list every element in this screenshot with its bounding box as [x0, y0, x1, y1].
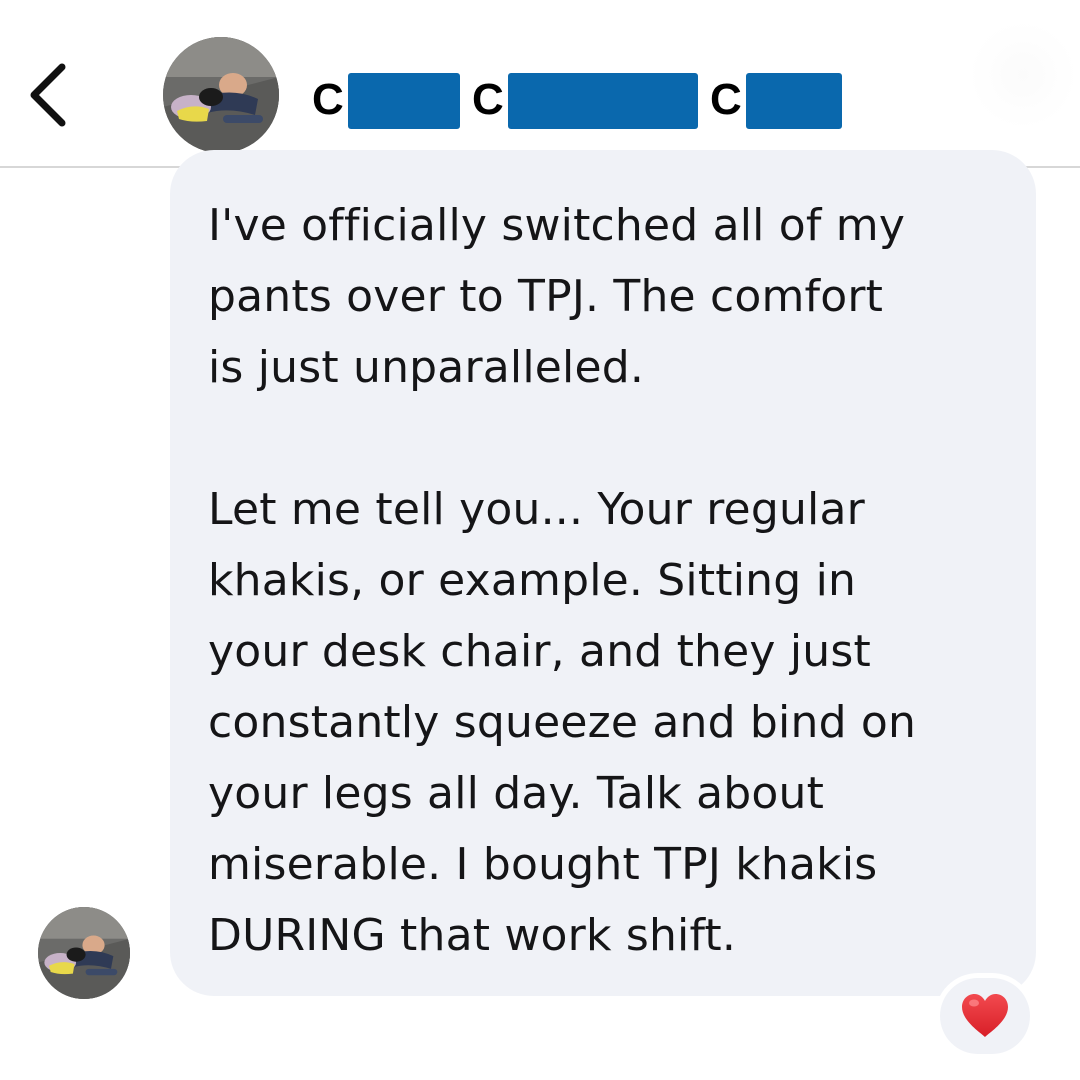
name-initial-2: C [472, 75, 504, 124]
message-line: is just unparalleled. [208, 342, 645, 393]
message-line: your desk chair, and they just [208, 626, 871, 677]
message-line: DURING that work shift. [208, 910, 737, 961]
header-action-button[interactable] [968, 20, 1078, 130]
name-initial-1: C [312, 75, 344, 124]
name-initial-3: C [710, 75, 742, 124]
message-line: Let me tell you... Your regular [208, 484, 865, 535]
conversation-header: C C C [0, 0, 1080, 168]
avatar-photo [163, 37, 279, 153]
back-button[interactable] [22, 55, 82, 135]
message-line: khakis, or example. Sitting in [208, 555, 857, 606]
message-paragraph-1: I've officially switched all of my pants… [208, 190, 1008, 403]
contact-avatar[interactable] [163, 37, 279, 153]
message-line: your legs all day. Talk about [208, 768, 825, 819]
name-redaction-2 [508, 73, 698, 129]
message-text: I've officially switched all of my pants… [208, 190, 1008, 971]
red-heart-icon [962, 994, 1008, 1037]
sender-avatar[interactable] [38, 907, 130, 999]
message-line: constantly squeeze and bind on [208, 697, 917, 748]
avatar-photo-small [38, 907, 130, 999]
chevron-left-icon [30, 63, 66, 127]
name-redaction-1 [348, 73, 460, 129]
conversation-screen: C C C I've officially switched all of my… [0, 0, 1080, 1080]
name-redaction-3 [746, 73, 842, 129]
message-paragraph-2: Let me tell you... Your regular khakis, … [208, 474, 1008, 971]
message-line: pants over to TPJ. The comfort [208, 271, 884, 322]
contact-name[interactable]: C C C [312, 70, 852, 132]
message-reaction[interactable] [940, 978, 1030, 1054]
message-line: miserable. I bought TPJ khakis [208, 839, 878, 890]
message-line: I've officially switched all of my [208, 200, 906, 251]
